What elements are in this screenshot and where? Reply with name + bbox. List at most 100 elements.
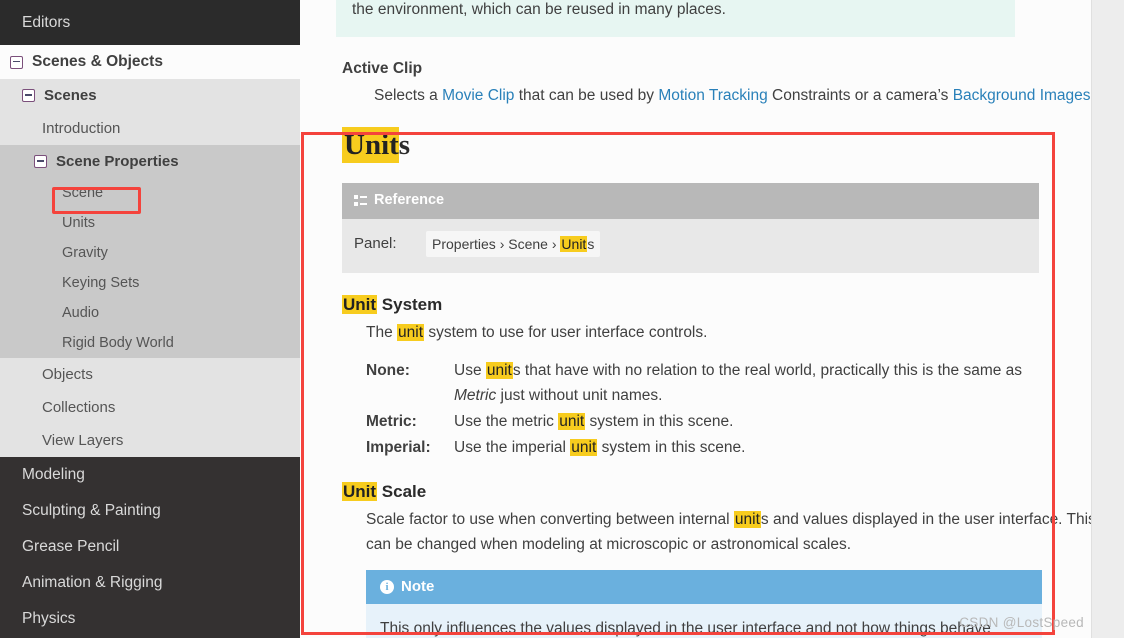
- sidebar-item-rigid-body-world[interactable]: Rigid Body World: [0, 328, 300, 358]
- option-desc-highlight: unit: [485, 361, 513, 379]
- sidebar-item-units[interactable]: Units: [0, 208, 300, 238]
- sidebar-item-label: Introduction: [42, 120, 121, 137]
- unit-system-desc-highlight: unit: [397, 323, 425, 341]
- sidebar-item-audio[interactable]: Audio: [0, 298, 300, 328]
- option-desc-emphasis: Metric: [454, 387, 497, 405]
- sidebar-item-label: Editors: [22, 13, 71, 31]
- panel-label: Panel:: [354, 234, 397, 252]
- option-description: Use the imperial unit system in this sce…: [454, 435, 1026, 460]
- sidebar-item-scenes-and-objects[interactable]: Scenes & Objects: [0, 45, 300, 79]
- sidebar-section-animation-and-rigging[interactable]: Animation & Rigging: [0, 565, 300, 601]
- watermark: CSDN @LostSpeed: [959, 615, 1084, 630]
- sidebar-section-label: Modeling: [22, 466, 85, 483]
- sidebar-section-modeling[interactable]: Modeling: [0, 457, 300, 493]
- sidebar-item-label: View Layers: [42, 432, 124, 449]
- breadcrumb-scene: Scene: [508, 235, 548, 252]
- page-title-highlight: Unit: [342, 127, 399, 164]
- sidebar-item-label: Scenes & Objects: [32, 53, 163, 70]
- active-clip-description: Selects a Movie Clip that can be used by…: [374, 83, 1096, 108]
- sidebar-item-label: Keying Sets: [62, 275, 140, 291]
- unit-scale-desc-pre: Scale factor to use when converting betw…: [366, 510, 734, 528]
- sidebar-item-label: Scene Properties: [56, 153, 179, 170]
- collapse-box-icon[interactable]: [22, 89, 35, 102]
- note-admonition: i Note This only influences the values d…: [366, 570, 1042, 638]
- sidebar-navigation: Editors Scenes & Objects Scenes Introduc…: [0, 0, 300, 638]
- unit-system-desc-pre: The: [366, 323, 398, 341]
- collapse-box-icon[interactable]: [34, 155, 47, 168]
- note-admonition-title: i Note: [366, 570, 1042, 605]
- option-description: Use the metric unit system in this scene…: [454, 409, 1026, 434]
- sidebar-item-keying-sets[interactable]: Keying Sets: [0, 268, 300, 298]
- reference-table-header: Reference: [342, 183, 1039, 219]
- unit-scale-heading: Unit Scale: [342, 478, 1096, 506]
- sidebar-section-label: Sculpting & Painting: [22, 502, 161, 519]
- sidebar-item-label: Gravity: [62, 245, 108, 261]
- sidebar-item-label: Collections: [42, 399, 116, 416]
- sidebar-item-label: Scenes: [44, 87, 97, 104]
- option-row-none: None: Use units that have with no relati…: [366, 358, 1026, 408]
- page-scrollbar-gutter[interactable]: [1091, 0, 1124, 638]
- active-clip-text-2: that can be used by: [514, 87, 659, 105]
- option-desc-mid: system in this scene.: [597, 439, 746, 457]
- breadcrumb: Properties › Scene › Units: [426, 230, 601, 258]
- sidebar-item-gravity[interactable]: Gravity: [0, 238, 300, 268]
- option-desc-mid: system in this scene.: [585, 413, 734, 431]
- sidebar-item-objects[interactable]: Objects: [0, 358, 300, 391]
- sidebar-item-label: Units: [62, 215, 96, 231]
- sidebar-section-sculpting-and-painting[interactable]: Sculpting & Painting: [0, 493, 300, 529]
- info-circle-icon: i: [380, 580, 394, 595]
- sidebar-item-label: Audio: [62, 305, 100, 321]
- unit-system-heading-rest: System: [377, 295, 443, 315]
- list-icon: [354, 195, 367, 207]
- option-desc-highlight: unit: [558, 413, 586, 431]
- sidebar-item-view-layers[interactable]: View Layers: [0, 424, 300, 457]
- active-clip-text-1: Selects a: [374, 87, 443, 105]
- documentation-page: Editors Scenes & Objects Scenes Introduc…: [0, 0, 1124, 638]
- background-images-link[interactable]: Background Images: [953, 87, 1091, 104]
- option-desc-pre: Use the metric: [454, 413, 559, 431]
- breadcrumb-separator-1: ›: [499, 235, 505, 252]
- note-body-pre: This only influences the values displaye…: [380, 620, 991, 638]
- tip-text: the environment, which can be reused in …: [352, 1, 726, 18]
- option-name: Metric:: [366, 413, 417, 431]
- unit-system-heading: Unit System: [342, 291, 1096, 319]
- reference-table-header-label: Reference: [374, 192, 445, 209]
- motion-tracking-link[interactable]: Motion Tracking: [658, 87, 767, 104]
- option-row-imperial: Imperial: Use the imperial unit system i…: [366, 435, 1026, 460]
- unit-scale-description: Scale factor to use when converting betw…: [366, 507, 1096, 557]
- page-title: Units: [342, 122, 1096, 169]
- option-desc-pre: Use: [454, 361, 486, 379]
- sidebar-section-grease-pencil[interactable]: Grease Pencil: [0, 529, 300, 565]
- option-row-metric: Metric: Use the metric unit system in th…: [366, 409, 1026, 434]
- sidebar-item-collections[interactable]: Collections: [0, 391, 300, 424]
- sidebar-section-label: Grease Pencil: [22, 538, 120, 555]
- option-desc-post: just without unit names.: [496, 387, 663, 405]
- active-clip-term: Active Clip: [342, 59, 423, 77]
- reference-table-body: Panel: Properties › Scene › Units: [342, 218, 1039, 274]
- option-name: None:: [366, 361, 410, 379]
- page-title-rest: s: [398, 129, 411, 162]
- note-title-label: Note: [401, 578, 435, 596]
- main-content: the environment, which can be reused in …: [300, 0, 1124, 638]
- note-admonition-body: This only influences the values displaye…: [366, 604, 1042, 638]
- unit-system-heading-highlight: Unit: [342, 295, 378, 315]
- breadcrumb-units-rest: s: [587, 235, 595, 252]
- sidebar-item-introduction[interactable]: Introduction: [0, 112, 300, 145]
- sidebar-section-physics[interactable]: Physics: [0, 601, 300, 637]
- reference-table: Reference Panel: Properties › Scene › Un…: [342, 183, 1039, 274]
- collapse-box-icon[interactable]: [10, 55, 23, 69]
- sidebar-item-scene[interactable]: Scene: [0, 178, 300, 208]
- unit-scale-heading-rest: Scale: [377, 482, 427, 502]
- sidebar-item-scenes[interactable]: Scenes: [0, 79, 300, 112]
- sidebar-item-editors[interactable]: Editors: [0, 0, 300, 45]
- movie-clip-link[interactable]: Movie Clip: [442, 87, 514, 104]
- breadcrumb-properties: Properties: [432, 235, 496, 252]
- option-name: Imperial:: [366, 439, 431, 457]
- active-clip-text-3: Constraints or a camera’s: [767, 87, 953, 105]
- sidebar-item-label: Rigid Body World: [62, 335, 174, 351]
- unit-scale-desc-highlight: unit: [733, 510, 761, 528]
- unit-system-desc-post: system to use for user interface control…: [424, 323, 708, 341]
- breadcrumb-units-highlight: Unit: [560, 235, 588, 252]
- option-description: Use units that have with no relation to …: [454, 358, 1026, 408]
- sidebar-item-scene-properties[interactable]: Scene Properties: [0, 145, 300, 178]
